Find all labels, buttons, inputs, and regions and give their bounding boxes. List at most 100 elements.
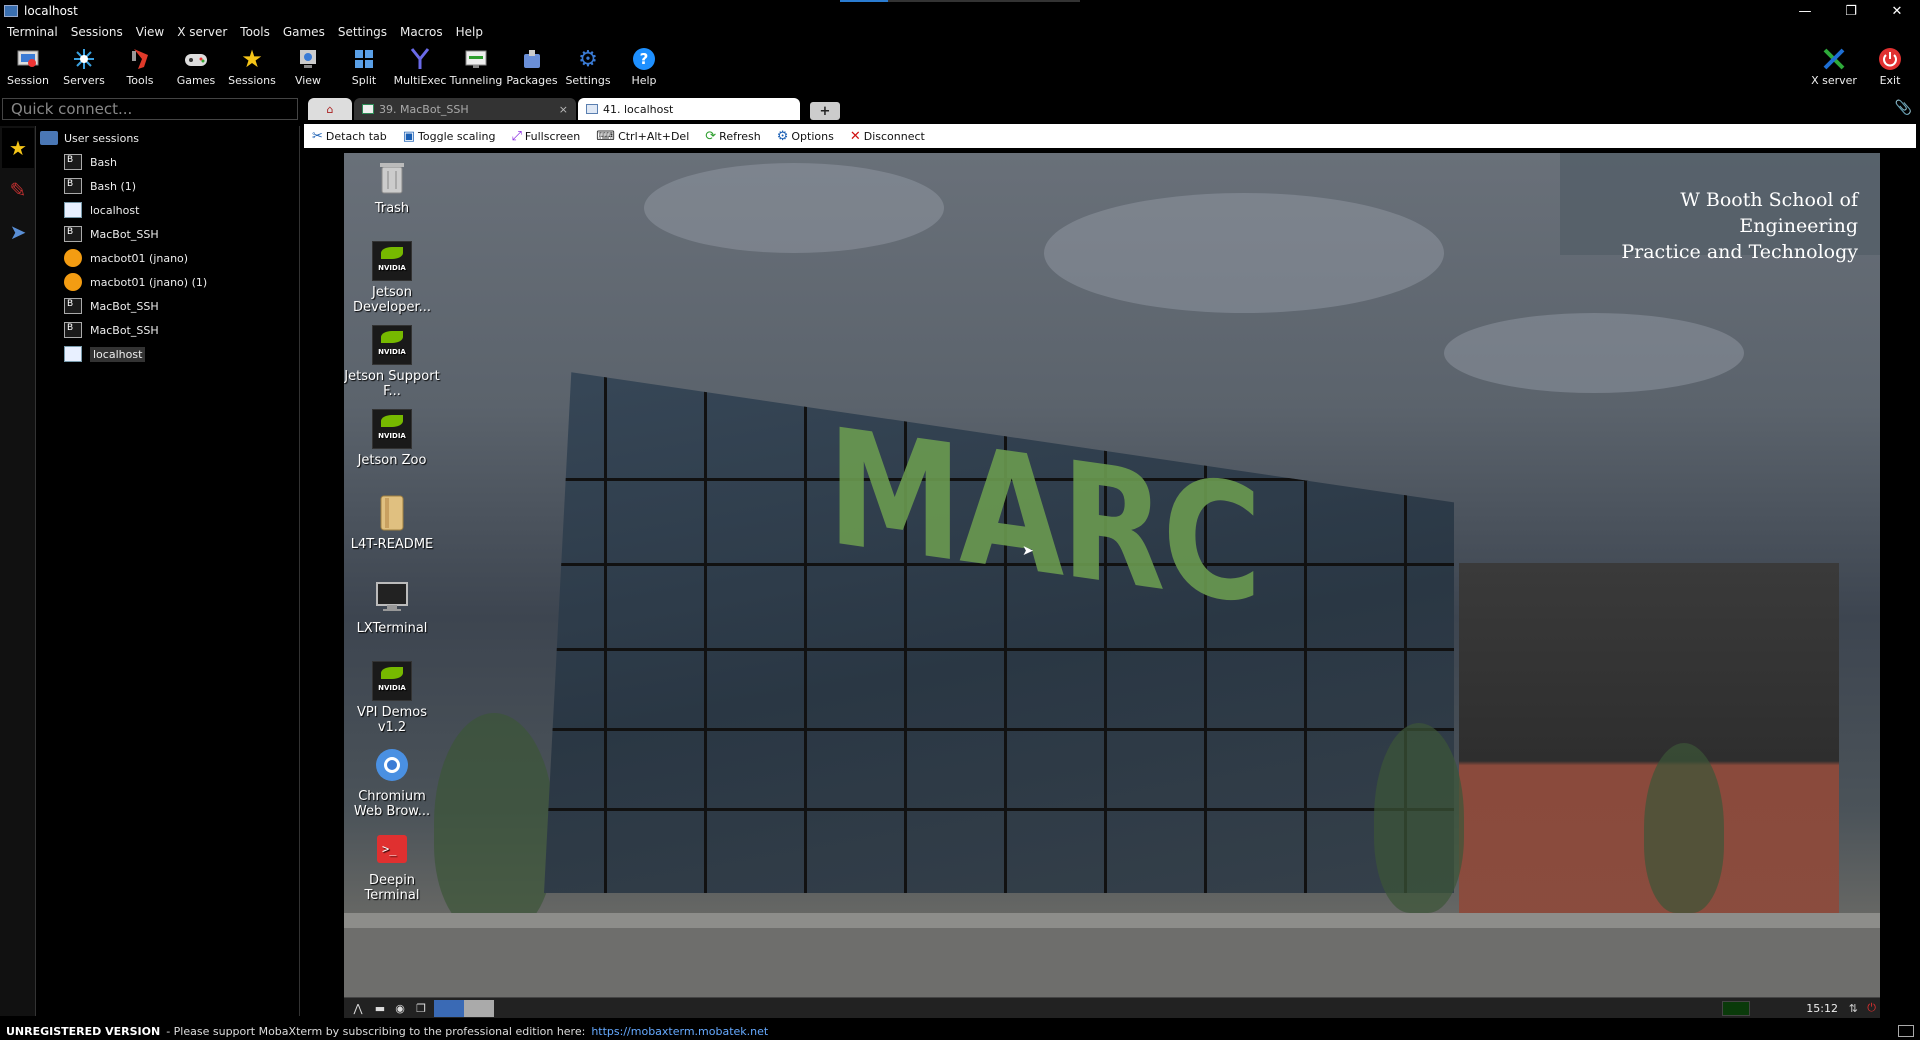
desktop-icon-lxterminal[interactable]: LXTerminal (344, 577, 440, 636)
desktop-icon-vpi-demos[interactable]: NVIDIA VPI Demos v1.2 (344, 661, 440, 735)
menu-view[interactable]: View (136, 25, 164, 39)
menu-bar: Terminal Sessions View X server Tools Ga… (0, 22, 1920, 42)
mobaxterm-link[interactable]: https://mobaxterm.mobatek.net (591, 1025, 768, 1038)
star-icon: ★ (9, 136, 27, 160)
side-strip: ★ ✎ ➤ (0, 126, 36, 1016)
svg-text:?: ? (640, 50, 649, 68)
menu-games[interactable]: Games (283, 25, 325, 39)
games-button[interactable]: Games (168, 42, 224, 92)
close-tab-icon[interactable]: × (559, 103, 568, 116)
menu-sessions[interactable]: Sessions (71, 25, 123, 39)
view-button[interactable]: View (280, 42, 336, 92)
packages-button[interactable]: Packages (504, 42, 560, 92)
gear-icon: ⚙ (578, 46, 598, 72)
detach-tab-button[interactable]: ✂ Detach tab (312, 129, 387, 144)
settings-button[interactable]: ⚙ Settings (560, 42, 616, 92)
desktop-icon-jetson-developer[interactable]: NVIDIA Jetson Developer... (344, 241, 440, 315)
svg-text:>_: >_ (382, 842, 397, 856)
disconnect-button[interactable]: ✕ Disconnect (850, 129, 925, 144)
menu-macros[interactable]: Macros (400, 25, 443, 39)
window-switcher-icon[interactable]: ❐ (412, 1000, 430, 1017)
session-item[interactable]: Bash (36, 150, 299, 174)
desktop-icon-jetson-support[interactable]: NVIDIA Jetson Support F... (344, 325, 440, 399)
remote-desktop[interactable]: MARC W Booth School of Engineering Pract… (344, 153, 1880, 997)
split-button[interactable]: Split (336, 42, 392, 92)
quick-connect-input[interactable]: Quick connect... (2, 98, 298, 120)
session-item[interactable]: Bash (1) (36, 174, 299, 198)
close-button[interactable]: ✕ (1874, 0, 1920, 22)
terminal-icon (64, 322, 82, 338)
macros-side-tab[interactable]: ➤ (2, 212, 34, 252)
tree (1374, 723, 1464, 913)
restore-button[interactable]: ❐ (1828, 0, 1874, 22)
desktop-icon-chromium[interactable]: Chromium Web Brow... (344, 745, 440, 819)
download-progress (840, 0, 1080, 2)
servers-icon (71, 46, 97, 72)
menu-tools[interactable]: Tools (240, 25, 270, 39)
options-button[interactable]: ⚙ Options (777, 129, 834, 144)
app-icon (4, 5, 18, 17)
home-tab[interactable]: ⌂ (308, 98, 352, 120)
workspace-1[interactable] (434, 999, 464, 1017)
menu-xserver[interactable]: X server (177, 25, 227, 39)
multiexec-button[interactable]: MultiExec (392, 42, 448, 92)
home-icon: ⌂ (326, 102, 334, 116)
ctrl-alt-del-button[interactable]: ⌨ Ctrl+Alt+Del (596, 129, 689, 144)
menu-settings[interactable]: Settings (338, 25, 387, 39)
start-menu-icon[interactable]: ⋀ (348, 1000, 368, 1017)
star-icon: ★ (241, 45, 263, 73)
remote-taskbar: ⋀ ▬ ◉ ❐ 15:12 ⇅ ⏻ (344, 997, 1880, 1018)
tab-macbot-ssh[interactable]: 39. MacBot_SSH × (354, 98, 576, 120)
tools-button[interactable]: Tools (112, 42, 168, 92)
session-item[interactable]: macbot01 (jnano) (36, 246, 299, 270)
sessions-button[interactable]: ★ Sessions (224, 42, 280, 92)
window-mode-icon[interactable] (1898, 1025, 1914, 1037)
terminal-icon (64, 226, 82, 242)
new-tab-button[interactable]: + (810, 102, 840, 120)
workspace-2[interactable] (464, 999, 494, 1017)
menu-help[interactable]: Help (456, 25, 483, 39)
servers-button[interactable]: Servers (56, 42, 112, 92)
detach-icon: ✂ (312, 128, 323, 144)
user-sessions-folder[interactable]: User sessions (36, 126, 299, 150)
clock[interactable]: 15:12 (1806, 1002, 1838, 1015)
sessions-star-tab[interactable]: ★ (2, 128, 34, 168)
toggle-scaling-button[interactable]: ▣ Toggle scaling (403, 129, 496, 144)
desktop-icon-trash[interactable]: Trash (344, 157, 440, 216)
session-item[interactable]: macbot01 (jnano) (1) (36, 270, 299, 294)
shutdown-icon[interactable]: ⏻ (1867, 1001, 1876, 1015)
desktop-icon-l4t-readme[interactable]: L4T-README (344, 493, 440, 552)
tools-side-tab[interactable]: ✎ (2, 170, 34, 210)
session-button[interactable]: Session (0, 42, 56, 92)
session-item[interactable]: localhost (36, 198, 299, 222)
terminal-icon (362, 104, 374, 114)
menu-terminal[interactable]: Terminal (7, 25, 58, 39)
minimize-all-icon[interactable]: ▬ (372, 1000, 388, 1017)
xserver-button[interactable]: X server (1806, 42, 1862, 92)
tunneling-button[interactable]: Tunneling (448, 42, 504, 92)
session-item[interactable]: MacBot_SSH (36, 222, 299, 246)
split-icon (351, 46, 377, 72)
exit-button[interactable]: Exit (1862, 42, 1918, 92)
vnc-icon (586, 104, 598, 114)
paperclip-icon[interactable]: 📎 (1895, 100, 1912, 116)
terminal-icon (64, 154, 82, 170)
tab-bar: ⌂ 39. MacBot_SSH × 41. localhost + (308, 98, 840, 120)
tab-localhost[interactable]: 41. localhost (578, 98, 800, 120)
terminal-icon (64, 298, 82, 314)
session-item[interactable]: MacBot_SSH (36, 318, 299, 342)
help-button[interactable]: ? Help (616, 42, 672, 92)
minimize-button[interactable]: — (1782, 0, 1828, 22)
refresh-button[interactable]: ⟳ Refresh (705, 129, 760, 144)
session-item-selected[interactable]: localhost (36, 342, 299, 366)
desktop-icon-jetson-zoo[interactable]: NVIDIA Jetson Zoo (344, 409, 440, 468)
desktop-icon-deepin-terminal[interactable]: >_ Deepin Terminal (344, 829, 440, 903)
nvidia-icon: NVIDIA (372, 241, 412, 281)
browser-launcher-icon[interactable]: ◉ (392, 1000, 408, 1017)
road (344, 928, 1880, 997)
tree (434, 713, 554, 933)
fullscreen-button[interactable]: ⤢ Fullscreen (512, 129, 581, 144)
chromium-icon (372, 745, 412, 785)
session-item[interactable]: MacBot_SSH (36, 294, 299, 318)
network-icon[interactable]: ⇅ (1849, 1002, 1858, 1015)
